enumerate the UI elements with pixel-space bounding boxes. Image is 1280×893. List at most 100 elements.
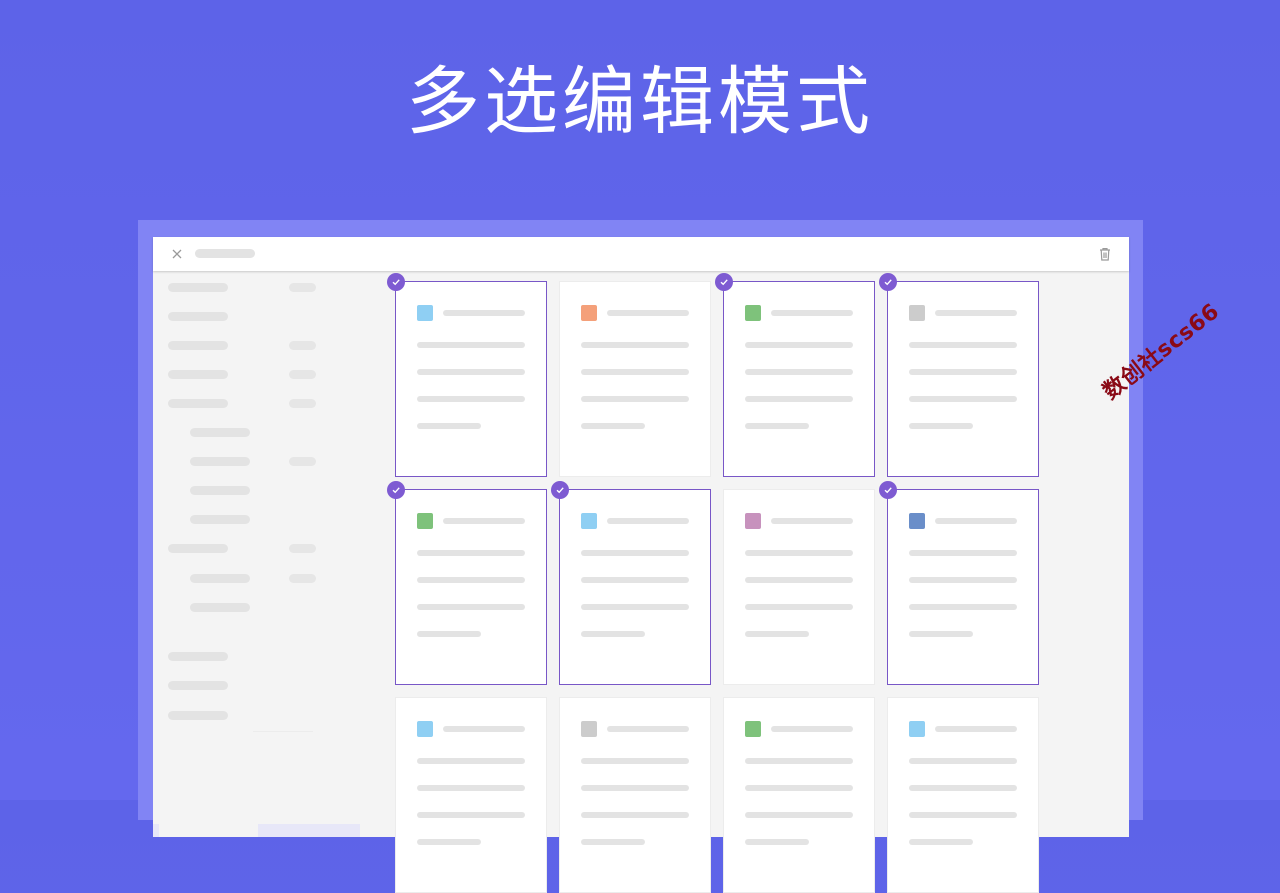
card-text-placeholder [745, 423, 809, 429]
close-icon[interactable] [170, 247, 184, 261]
card-text-placeholder [909, 758, 1017, 764]
sidebar-item[interactable] [168, 363, 368, 387]
card-text-placeholder [771, 726, 853, 732]
check-icon[interactable] [715, 273, 733, 291]
sidebar-item-count-placeholder [289, 341, 316, 350]
sidebar-item[interactable] [168, 450, 368, 474]
sidebar-item-label-placeholder [168, 399, 228, 408]
sidebar-item[interactable] [168, 421, 368, 445]
card-text-placeholder [417, 396, 525, 402]
check-icon[interactable] [551, 481, 569, 499]
sidebar-item-label-placeholder [190, 486, 250, 495]
card-text-placeholder [417, 423, 481, 429]
sidebar-item[interactable] [168, 645, 368, 669]
card-text-placeholder [745, 758, 853, 764]
check-icon[interactable] [879, 481, 897, 499]
sidebar-item-label-placeholder [168, 681, 228, 690]
card-text-placeholder [417, 604, 525, 610]
sidebar-item-label-placeholder [190, 428, 250, 437]
card-text-placeholder [909, 839, 973, 845]
card-text-placeholder [745, 577, 853, 583]
card-text-placeholder [745, 396, 853, 402]
sidebar-item-count-placeholder [289, 457, 316, 466]
sidebar-item-label-placeholder [168, 370, 228, 379]
card-color-tag [417, 721, 433, 737]
sidebar-item-label-placeholder [190, 574, 250, 583]
sidebar-item-count-placeholder [289, 544, 316, 553]
sidebar-item-count-placeholder [289, 399, 316, 408]
sidebar-item[interactable] [168, 674, 368, 698]
sidebar-item-label-placeholder [190, 515, 250, 524]
card-text-placeholder [417, 785, 525, 791]
card-text-placeholder [745, 839, 809, 845]
note-card[interactable] [551, 481, 711, 685]
card-text-placeholder [745, 342, 853, 348]
card-text-placeholder [581, 423, 645, 429]
sidebar-item[interactable] [168, 704, 368, 728]
sidebar-item-label-placeholder [190, 457, 250, 466]
card-text-placeholder [443, 518, 525, 524]
card-text-placeholder [745, 631, 809, 637]
card-text-placeholder [581, 396, 689, 402]
card-text-placeholder [909, 785, 1017, 791]
card-text-placeholder [935, 726, 1017, 732]
sidebar-item-count-placeholder [289, 574, 316, 583]
card-color-tag [909, 513, 925, 529]
card-text-placeholder [581, 369, 689, 375]
sidebar-item[interactable] [168, 276, 368, 300]
selection-count-placeholder [195, 249, 255, 258]
sidebar-item[interactable] [168, 392, 368, 416]
note-card[interactable] [395, 697, 547, 893]
card-color-tag [581, 721, 597, 737]
note-card[interactable] [879, 481, 1039, 685]
sidebar-item[interactable] [168, 479, 368, 503]
note-card[interactable] [559, 697, 711, 893]
sidebar-item-label-placeholder [168, 283, 228, 292]
card-text-placeholder [417, 631, 481, 637]
note-card[interactable] [723, 489, 875, 685]
card-color-tag [745, 513, 761, 529]
sidebar-item-count-placeholder [289, 370, 316, 379]
card-text-placeholder [443, 726, 525, 732]
card-text-placeholder [581, 631, 645, 637]
card-text-placeholder [417, 550, 525, 556]
card-text-placeholder [771, 518, 853, 524]
card-text-placeholder [581, 785, 689, 791]
card-text-placeholder [909, 604, 1017, 610]
card-color-tag [417, 305, 433, 321]
note-card[interactable] [879, 273, 1039, 477]
note-card[interactable] [559, 281, 711, 477]
sidebar-item[interactable] [168, 537, 368, 561]
card-text-placeholder [909, 812, 1017, 818]
sidebar-divider [253, 731, 313, 732]
note-card[interactable] [887, 697, 1039, 893]
sidebar-item-label-placeholder [190, 603, 250, 612]
sidebar-item[interactable] [168, 305, 368, 329]
check-icon[interactable] [387, 481, 405, 499]
card-text-placeholder [745, 550, 853, 556]
sidebar-item-label-placeholder [168, 341, 228, 350]
note-card[interactable] [715, 273, 875, 477]
card-text-placeholder [443, 310, 525, 316]
sidebar-footer-button[interactable] [258, 824, 360, 837]
sidebar-item[interactable] [168, 334, 368, 358]
sidebar-item[interactable] [168, 596, 368, 620]
card-text-placeholder [909, 550, 1017, 556]
note-card[interactable] [387, 481, 547, 685]
note-card[interactable] [723, 697, 875, 893]
card-color-tag [417, 513, 433, 529]
check-icon[interactable] [879, 273, 897, 291]
check-icon[interactable] [387, 273, 405, 291]
card-text-placeholder [581, 550, 689, 556]
app-window [153, 237, 1129, 893]
card-color-tag [581, 513, 597, 529]
note-card[interactable] [387, 273, 547, 477]
trash-icon[interactable] [1097, 246, 1113, 262]
card-color-tag [909, 721, 925, 737]
sidebar-item[interactable] [168, 567, 368, 591]
sidebar-item[interactable] [168, 508, 368, 532]
card-text-placeholder [935, 518, 1017, 524]
card-text-placeholder [417, 839, 481, 845]
card-text-placeholder [909, 342, 1017, 348]
card-text-placeholder [581, 812, 689, 818]
